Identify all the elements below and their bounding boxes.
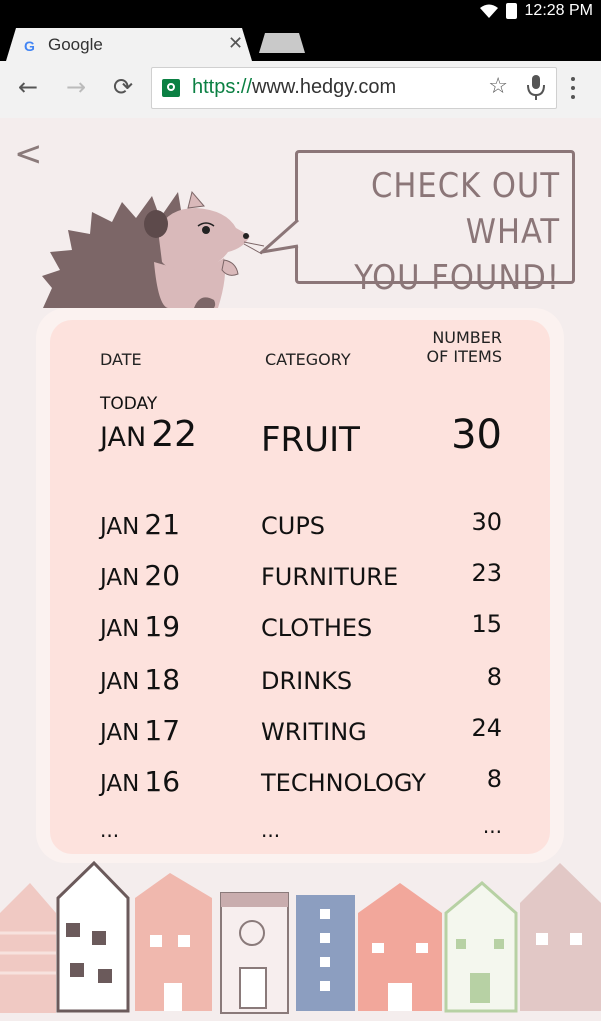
address-bar[interactable]: https://www.hedgy.com ☆: [151, 67, 557, 109]
row-month: JAN: [100, 616, 140, 642]
battery-icon: [505, 3, 517, 19]
status-bar: 12:28 PM: [0, 0, 601, 24]
row-day: 17: [144, 714, 181, 747]
status-time: 12:28 PM: [524, 2, 593, 19]
row-category: WRITING: [261, 718, 367, 746]
bubble-line-2: YOU FOUND!: [354, 258, 560, 298]
ellipsis-category: ...: [261, 818, 281, 842]
row-day: 18: [144, 663, 181, 696]
today-date: JAN 22: [100, 414, 197, 455]
today-day: 22: [151, 414, 198, 455]
reload-icon[interactable]: ⟳: [113, 75, 133, 99]
row-date: JAN 20: [100, 559, 180, 592]
new-tab-button[interactable]: [259, 33, 305, 53]
today-count: 30: [451, 412, 502, 458]
row-day: 21: [144, 508, 181, 541]
row-count: 30: [471, 508, 502, 536]
row-date: JAN 19: [100, 610, 180, 643]
row-count: 8: [486, 663, 502, 691]
forward-arrow-icon[interactable]: →: [66, 75, 86, 99]
ellipsis-count: ...: [482, 814, 502, 838]
browser-toolbar: ← → ⟳ https://www.hedgy.com ☆: [0, 61, 601, 119]
bubble-line-1: CHECK OUT WHAT: [371, 166, 560, 252]
row-day: 19: [144, 610, 181, 643]
row-month: JAN: [100, 669, 140, 695]
url-text[interactable]: https://www.hedgy.com: [192, 76, 396, 99]
tab-google[interactable]: G Google ✕: [6, 28, 252, 61]
menu-icon[interactable]: [570, 77, 576, 101]
tab-strip: G Google ✕: [0, 24, 601, 61]
header-number-of-items: NUMBER OF ITEMS: [427, 328, 502, 366]
hedgehog-illustration: [42, 190, 265, 312]
header-date: DATE: [100, 350, 142, 369]
row-date: JAN 17: [100, 714, 180, 747]
row-day: 16: [144, 765, 181, 798]
star-icon[interactable]: ☆: [488, 74, 508, 99]
row-category: CLOTHES: [261, 614, 373, 642]
row-category: CUPS: [261, 512, 326, 540]
header-items-line-2: OF ITEMS: [426, 347, 502, 366]
header-items-line-1: NUMBER: [432, 328, 502, 347]
row-count: 8: [486, 765, 502, 793]
row-month: JAN: [100, 720, 140, 746]
row-date: JAN 21: [100, 508, 180, 541]
row-day: 20: [144, 559, 181, 592]
mic-icon[interactable]: [524, 73, 548, 101]
header-category: CATEGORY: [265, 350, 351, 369]
speech-bubble-tail: [260, 218, 299, 254]
tab-title: Google: [48, 35, 103, 54]
today-month: JAN: [100, 422, 147, 453]
speech-bubble: CHECK OUT WHAT YOU FOUND!: [295, 150, 575, 298]
houses-illustration: [0, 860, 601, 1014]
row-count: 15: [471, 610, 502, 638]
wifi-icon: [479, 4, 498, 18]
row-date: JAN 18: [100, 663, 180, 696]
row-count: 23: [471, 559, 502, 587]
row-month: JAN: [100, 565, 140, 591]
row-month: JAN: [100, 771, 140, 797]
page-content: < CHECK OUT WHAT YOU FOUND! DATE CATEGOR…: [0, 118, 601, 1021]
today-category: FRUIT: [261, 420, 360, 460]
back-arrow-icon[interactable]: ←: [18, 75, 38, 99]
close-icon[interactable]: ✕: [228, 33, 243, 54]
url-scheme: https://: [192, 76, 253, 98]
lock-icon: [162, 79, 180, 97]
results-card: DATE CATEGORY NUMBER OF ITEMS TODAY JAN …: [50, 320, 550, 854]
row-month: JAN: [100, 514, 140, 540]
url-host: www.hedgy.com: [252, 76, 397, 98]
google-favicon-icon: G: [24, 38, 35, 54]
today-label: TODAY: [100, 394, 158, 414]
row-date: JAN 16: [100, 765, 180, 798]
row-category: TECHNOLOGY: [261, 769, 426, 797]
row-category: DRINKS: [261, 667, 353, 695]
ellipsis-date: ...: [100, 818, 120, 842]
row-category: FURNITURE: [261, 563, 399, 591]
row-count: 24: [471, 714, 502, 742]
